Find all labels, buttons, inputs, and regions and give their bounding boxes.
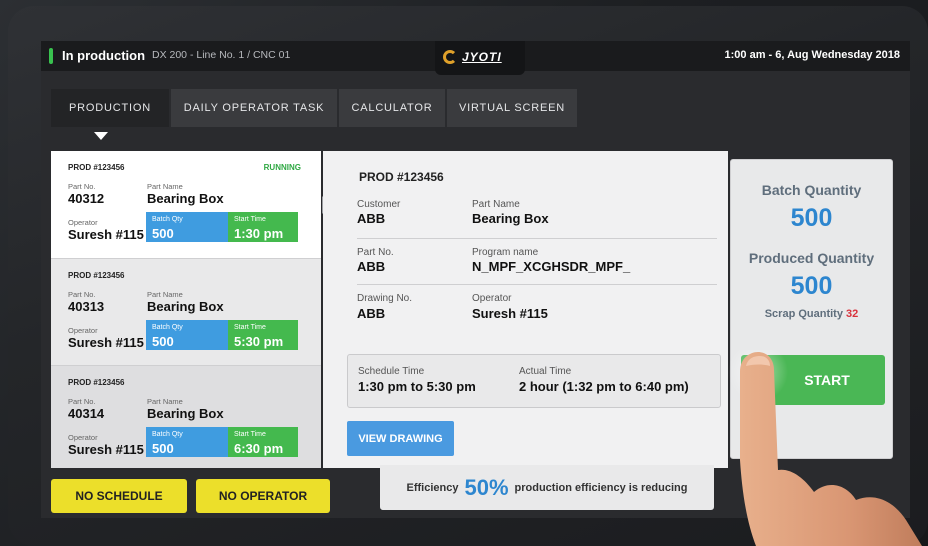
prod-id: PROD #123456 [68, 163, 125, 172]
batch-qty: 500 [152, 226, 174, 241]
start-time: 6:30 pm [234, 441, 284, 456]
batch-qty: 500 [152, 334, 174, 349]
program-name: N_MPF_XCGHSDR_MPF_ [472, 259, 631, 274]
prod-id: PROD #123456 [68, 378, 125, 387]
start-time-label: Start Time [234, 324, 266, 331]
datetime: 1:00 am - 6, Aug Wednesday 2018 [724, 49, 900, 61]
operator-label: Operator [68, 218, 98, 227]
batch-qty-label: Batch Qty [152, 431, 183, 438]
detail-part-no: ABB [357, 259, 386, 274]
batch-qty-box: Batch Qty 500 [146, 320, 228, 350]
detail-part-no-label: Part No. [357, 247, 394, 258]
start-time-label: Start Time [234, 216, 266, 223]
produced-quantity-label: Produced Quantity [748, 250, 875, 266]
operator-label: Operator [68, 326, 98, 335]
schedule-time: 1:30 pm to 5:30 pm [358, 379, 476, 394]
operator: Suresh #115 [68, 442, 144, 457]
list-item[interactable]: PROD #123456 Part No. 40313 Part Name Be… [51, 258, 321, 366]
no-schedule-button[interactable]: NO SCHEDULE [51, 479, 187, 513]
detail-operator: Suresh #115 [472, 306, 548, 321]
operator: Suresh #115 [68, 335, 144, 350]
schedule-box: Schedule Time 1:30 pm to 5:30 pm Actual … [347, 354, 721, 408]
efficiency-note: production efficiency is reducing [514, 481, 688, 494]
part-no-label: Part No. [68, 290, 96, 299]
part-no: 40314 [68, 406, 105, 421]
operator: Suresh #115 [68, 227, 144, 242]
batch-qty-box: Batch Qty 500 [146, 212, 228, 242]
efficiency-banner: Efficiency 50% production efficiency is … [380, 465, 714, 510]
active-tab-caret-icon [94, 132, 108, 140]
customer: ABB [357, 211, 386, 226]
detail-part-name: Bearing Box [472, 211, 549, 226]
quantity-summary: Batch Quantity 500 Produced Quantity 500… [730, 159, 893, 459]
divider [357, 284, 717, 285]
start-time-label: Start Time [234, 431, 266, 438]
list-item[interactable]: PROD #123456 Part No. 40314 Part Name Be… [51, 365, 321, 468]
batch-qty-label: Batch Qty [152, 324, 183, 331]
part-name: Bearing Box [147, 299, 224, 314]
actual-time: 2 hour (1:32 pm to 6:40 pm) [519, 379, 689, 394]
scrap-quantity: Scrap Quantity 32 [731, 308, 892, 320]
schedule-time-label: Schedule Time [358, 366, 425, 377]
program-label: Program name [472, 247, 539, 258]
part-name: Bearing Box [147, 191, 224, 206]
detail-part-name-label: Part Name [472, 199, 520, 210]
part-no: 40313 [68, 299, 105, 314]
batch-quantity-label: Batch Quantity [761, 182, 862, 198]
detail-operator-label: Operator [472, 293, 512, 304]
tab-production[interactable]: PRODUCTION [51, 89, 169, 127]
tab-virtual-screen[interactable]: VIRTUAL SCREEN [447, 89, 577, 127]
brand-name: JYOTI [462, 50, 502, 64]
line-info: DX 200 - Line No. 1 / CNC 01 [152, 49, 291, 61]
start-button[interactable]: START [741, 355, 885, 405]
no-operator-button[interactable]: NO OPERATOR [196, 479, 330, 513]
operator-label: Operator [68, 433, 98, 442]
running-badge: RUNNING [263, 163, 301, 172]
start-time-box: Start Time 6:30 pm [228, 427, 298, 457]
production-detail: PROD #123456 Customer ABB Part Name Bear… [323, 151, 728, 468]
view-drawing-button[interactable]: VIEW DRAWING [347, 421, 454, 456]
produced-quantity: 500 [790, 272, 833, 300]
part-name-label: Part Name [147, 397, 183, 406]
status-indicator [49, 48, 53, 64]
tab-daily-operator-task[interactable]: DAILY OPERATOR TASK [171, 89, 337, 127]
brand-logo: JYOTI [435, 41, 525, 75]
list-item[interactable]: PROD #123456 RUNNING Part No. 40312 Part… [51, 151, 321, 258]
part-no: 40312 [68, 191, 105, 206]
detail-title: PROD #123456 [359, 170, 444, 184]
app-screen: In production DX 200 - Line No. 1 / CNC … [41, 41, 910, 518]
production-state: In production [62, 48, 146, 63]
drawing-no-label: Drawing No. [357, 293, 413, 304]
efficiency-label: Efficiency [406, 481, 459, 494]
start-time: 1:30 pm [234, 226, 284, 241]
actual-time-label: Actual Time [519, 366, 572, 377]
batch-qty-box: Batch Qty 500 [146, 427, 228, 457]
logo-swirl-icon [443, 50, 457, 64]
drawing-no: ABB [357, 306, 386, 321]
batch-qty: 500 [152, 441, 174, 456]
batch-qty-label: Batch Qty [152, 216, 183, 223]
part-no-label: Part No. [68, 182, 96, 191]
production-list: PROD #123456 RUNNING Part No. 40312 Part… [51, 151, 321, 468]
part-name: Bearing Box [147, 406, 224, 421]
scrap-quantity-value: 32 [846, 308, 859, 320]
customer-label: Customer [357, 199, 401, 210]
tab-calculator[interactable]: CALCULATOR [339, 89, 445, 127]
start-time: 5:30 pm [234, 334, 284, 349]
start-time-box: Start Time 5:30 pm [228, 320, 298, 350]
scrap-quantity-label: Scrap Quantity [764, 308, 843, 320]
efficiency-percent: 50% [464, 474, 509, 500]
prod-id: PROD #123456 [68, 271, 125, 280]
divider [357, 238, 717, 239]
batch-quantity: 500 [790, 204, 833, 232]
part-no-label: Part No. [68, 397, 96, 406]
part-name-label: Part Name [147, 290, 183, 299]
part-name-label: Part Name [147, 182, 183, 191]
start-time-box: Start Time 1:30 pm [228, 212, 298, 242]
